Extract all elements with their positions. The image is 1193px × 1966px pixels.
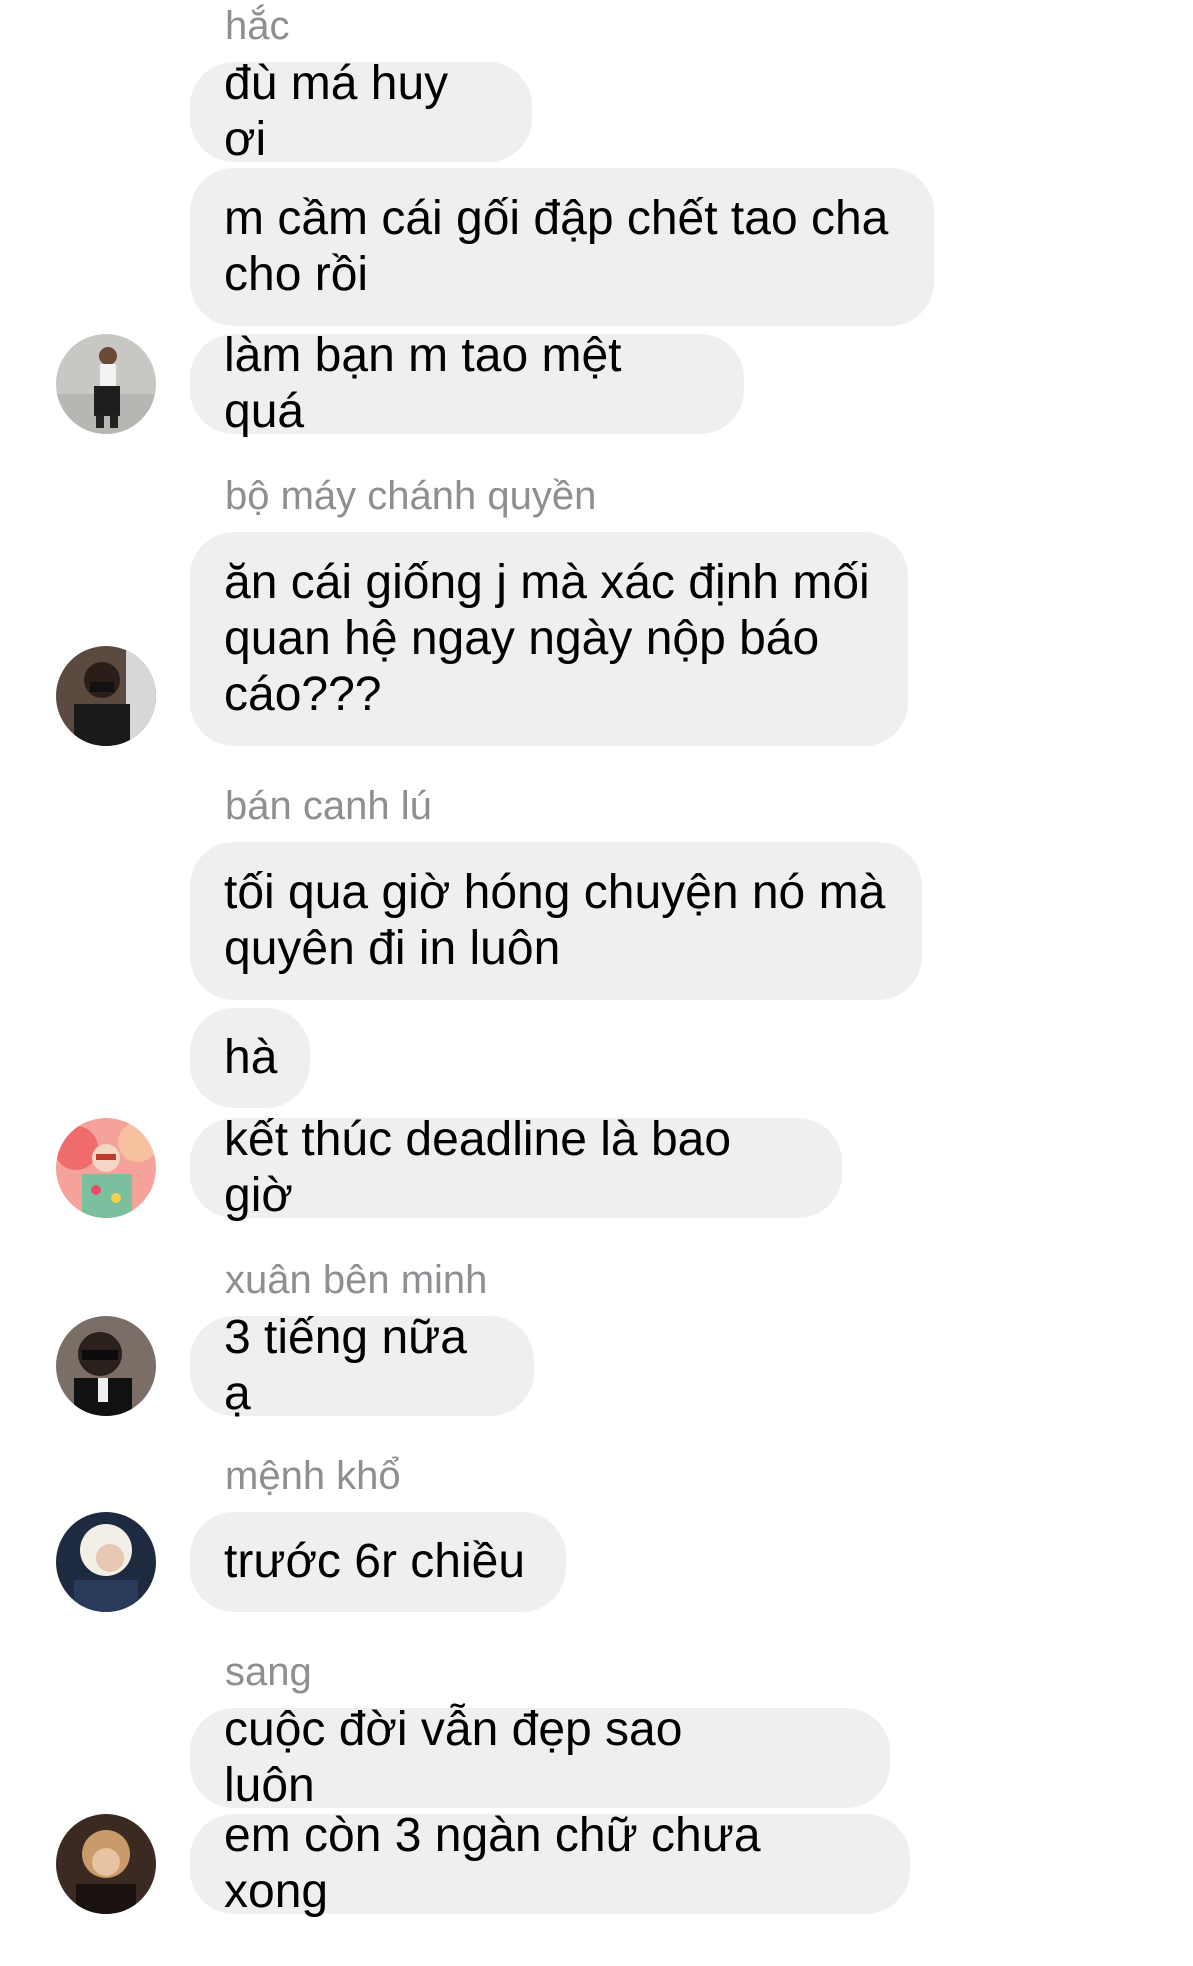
message-bubble[interactable]: cuộc đời vẫn đẹp sao luôn xyxy=(190,1703,890,1896)
message-text: kết thúc deadline là bao giờ xyxy=(224,1113,745,1222)
message-bubble[interactable]: tối qua giờ hóng chuyện nó mà quyên đi i… xyxy=(190,842,922,1000)
message-bubble[interactable]: em còn 3 ngàn chữ chưa xong xyxy=(190,1809,910,1918)
sender-name: hắc xyxy=(225,4,290,48)
message-text: ăn cái giống j mà xác định mối quan hệ n… xyxy=(224,556,884,721)
message-text: đù má huy ơi xyxy=(224,57,462,166)
user-avatar-icon[interactable] xyxy=(56,1814,156,1914)
user-avatar-icon[interactable] xyxy=(56,1118,156,1218)
message-text: tối qua giờ hóng chuyện nó mà quyên đi i… xyxy=(224,866,899,975)
user-avatar-icon[interactable] xyxy=(56,646,156,746)
smiley-emoji-icon xyxy=(802,1731,856,1896)
user-avatar-icon[interactable] xyxy=(56,334,156,434)
message-bubble[interactable]: ăn cái giống j mà xác định mối quan hệ n… xyxy=(190,532,908,746)
message-bubble[interactable]: hà xyxy=(190,1008,310,1108)
user-avatar-icon[interactable] xyxy=(56,1316,156,1416)
message-text: 3 tiếng nữa ạ xyxy=(224,1311,481,1420)
message-text: trước 6r chiều xyxy=(224,1535,526,1588)
message-text: hà xyxy=(224,1031,278,1084)
chat-thread[interactable]: hắc đù má huy ơi m cầm cái gối đập chết … xyxy=(0,0,1193,1920)
sender-name: mệnh khổ xyxy=(225,1454,401,1498)
message-bubble[interactable]: trước 6r chiều xyxy=(190,1512,566,1612)
sender-name: xuân bên minh xyxy=(225,1258,488,1302)
message-text: m cầm cái gối đập chết tao cha cho rồi xyxy=(224,192,902,301)
message-text: em còn 3 ngàn chữ chưa xong xyxy=(224,1809,774,1918)
message-bubble[interactable]: làm bạn m tao mệt quá xyxy=(190,329,744,438)
message-text: cuộc đời vẫn đẹp sao luôn xyxy=(224,1703,696,1812)
message-text: làm bạn m tao mệt quá xyxy=(224,329,635,438)
sender-name: bán canh lú xyxy=(225,784,432,828)
user-avatar-icon[interactable] xyxy=(56,1512,156,1612)
message-bubble[interactable]: m cầm cái gối đập chết tao cha cho rồi xyxy=(190,168,934,326)
message-bubble[interactable]: 3 tiếng nữa ạ xyxy=(190,1311,534,1420)
message-bubble[interactable]: kết thúc deadline là bao giờ xyxy=(190,1113,842,1222)
message-bubble[interactable]: đù má huy ơi xyxy=(190,57,532,166)
sender-name: sang xyxy=(225,1650,312,1694)
sender-name: bộ máy chánh quyền xyxy=(225,474,597,518)
